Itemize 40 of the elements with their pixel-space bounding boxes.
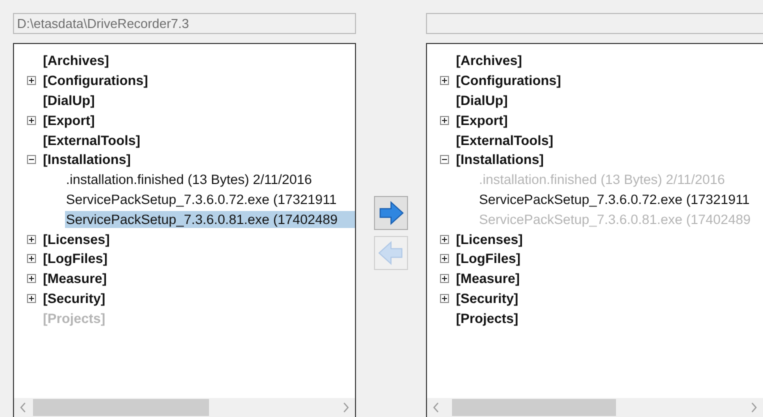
tree-item[interactable]: [Installations]	[42, 151, 132, 168]
expand-icon[interactable]	[440, 294, 449, 303]
tree-item[interactable]: [Export]	[455, 112, 509, 129]
tree-item[interactable]: [Measure]	[42, 270, 108, 288]
tree-item[interactable]: [Configurations]	[455, 72, 562, 90]
collapse-icon[interactable]	[440, 155, 449, 164]
tree-item[interactable]: [Licenses]	[455, 230, 524, 248]
expand-icon[interactable]	[440, 274, 449, 284]
tree-item[interactable]: [Installations]	[455, 151, 545, 168]
tree-item[interactable]: [ExternalTools]	[455, 132, 554, 149]
tree-item[interactable]: [ExternalTools]	[42, 132, 142, 149]
expand-icon[interactable]	[27, 76, 36, 86]
tree-item[interactable]: [DialUp]	[42, 92, 96, 109]
expand-icon[interactable]	[27, 274, 36, 284]
collapse-icon[interactable]	[27, 155, 36, 164]
expand-icon[interactable]	[27, 294, 36, 303]
tree-item[interactable]: [Configurations]	[42, 72, 149, 90]
tree-item[interactable]: ServicePackSetup_7.3.6.0.81.exe (17402489	[65, 210, 355, 228]
tree-item[interactable]: .installation.finished (13 Bytes) 2/11/2016	[65, 171, 313, 188]
tree-item[interactable]: [LogFiles]	[455, 250, 522, 268]
tree-item[interactable]: [Export]	[42, 112, 96, 129]
expand-icon[interactable]	[440, 234, 449, 244]
tree-item[interactable]: [Security]	[455, 290, 520, 307]
tree-item[interactable]: [Archives]	[455, 52, 524, 70]
tree-item[interactable]: [Archives]	[42, 52, 110, 70]
expand-icon[interactable]	[440, 76, 449, 86]
expand-icon[interactable]	[440, 116, 449, 125]
expand-icon[interactable]	[27, 234, 36, 244]
tree-item[interactable]: [Licenses]	[42, 230, 111, 248]
tree-item[interactable]: [Projects]	[455, 310, 520, 327]
tree-item[interactable]: [DialUp]	[455, 92, 509, 109]
tree-item[interactable]: [Security]	[42, 290, 106, 307]
expand-icon[interactable]	[27, 254, 36, 264]
tree-item[interactable]: [LogFiles]	[42, 250, 108, 268]
tree-item[interactable]: [Measure]	[455, 270, 521, 288]
expand-icon[interactable]	[27, 116, 36, 125]
expand-icon[interactable]	[440, 254, 449, 264]
tree-item[interactable]: ServicePackSetup_7.3.6.0.72.exe (17321911	[65, 190, 338, 208]
tree-item[interactable]: ServicePackSetup_7.3.6.0.72.exe (17321911	[478, 190, 751, 208]
right-arrow-button[interactable]	[374, 196, 408, 230]
